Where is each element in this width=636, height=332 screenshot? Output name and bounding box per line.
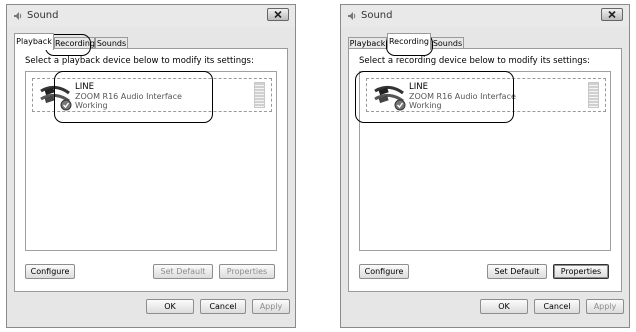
line-in-cable-icon — [40, 85, 72, 111]
window-title: Sound — [361, 10, 393, 21]
set-default-label: Set Default — [160, 267, 206, 276]
title-bar: Sound — [341, 5, 629, 27]
close-button[interactable] — [267, 8, 289, 21]
set-default-label: Set Default — [494, 267, 540, 276]
ok-label: OK — [164, 302, 176, 311]
window-title: Sound — [27, 10, 59, 21]
tab-label: Playback — [349, 39, 386, 48]
apply-button[interactable]: Apply — [252, 299, 290, 314]
tab-label: Playback — [16, 37, 52, 46]
ok-button[interactable]: OK — [146, 299, 194, 314]
device-status: Working — [409, 101, 442, 110]
close-button[interactable] — [601, 8, 623, 21]
set-default-button[interactable]: Set Default — [487, 264, 547, 279]
tab-label: Recording — [55, 39, 96, 48]
properties-label: Properties — [226, 267, 268, 276]
cancel-label: Cancel — [209, 302, 237, 311]
properties-button[interactable]: Properties — [219, 264, 275, 279]
apply-button[interactable]: Apply — [586, 299, 624, 314]
device-item-line[interactable]: LINE ZOOM R16 Audio Interface Working — [366, 78, 606, 112]
cancel-button[interactable]: Cancel — [200, 299, 246, 314]
device-item-line[interactable]: LINE ZOOM R16 Audio Interface Working — [32, 78, 272, 112]
configure-button[interactable]: Configure — [25, 264, 75, 279]
level-meter — [588, 82, 599, 108]
properties-label: Properties — [560, 267, 602, 276]
level-meter — [254, 82, 265, 108]
properties-button[interactable]: Properties — [553, 264, 609, 279]
device-name: LINE — [409, 82, 428, 92]
ok-label: OK — [498, 302, 510, 311]
instruction-text: Select a recording device below to modif… — [359, 56, 590, 66]
instruction-text: Select a playback device below to modify… — [25, 56, 254, 66]
apply-label: Apply — [593, 302, 617, 311]
speaker-icon — [348, 12, 356, 20]
apply-label: Apply — [259, 302, 283, 311]
device-description: ZOOM R16 Audio Interface — [409, 92, 516, 101]
tab-label: Recording — [388, 37, 429, 46]
tab-label: Sounds — [96, 39, 127, 48]
title-bar: Sound — [7, 5, 295, 27]
sound-dialog-playback: Sound Playback Recording Sounds Select a… — [6, 4, 296, 328]
tab-label: Sounds — [432, 39, 463, 48]
set-default-button[interactable]: Set Default — [153, 264, 213, 279]
sound-dialog-recording: Sound Playback Recording Sounds Select a… — [340, 4, 630, 328]
device-list[interactable]: LINE ZOOM R16 Audio Interface Working — [359, 71, 611, 251]
configure-label: Configure — [364, 267, 404, 276]
device-description: ZOOM R16 Audio Interface — [75, 92, 182, 101]
close-icon — [274, 11, 282, 18]
configure-button[interactable]: Configure — [359, 264, 409, 279]
tab-recording[interactable]: Recording — [387, 33, 431, 50]
speaker-icon — [14, 12, 22, 20]
device-name: LINE — [75, 82, 94, 92]
line-in-cable-icon — [374, 85, 406, 111]
tab-panel: Select a recording device below to modif… — [348, 48, 622, 292]
ok-button[interactable]: OK — [480, 299, 528, 314]
device-list[interactable]: LINE ZOOM R16 Audio Interface Working — [25, 71, 277, 251]
configure-label: Configure — [30, 267, 70, 276]
device-status: Working — [75, 101, 108, 110]
tab-panel: Select a playback device below to modify… — [14, 48, 288, 292]
tab-playback[interactable]: Playback — [14, 33, 54, 50]
cancel-label: Cancel — [543, 302, 571, 311]
cancel-button[interactable]: Cancel — [534, 299, 580, 314]
close-icon — [608, 11, 616, 18]
